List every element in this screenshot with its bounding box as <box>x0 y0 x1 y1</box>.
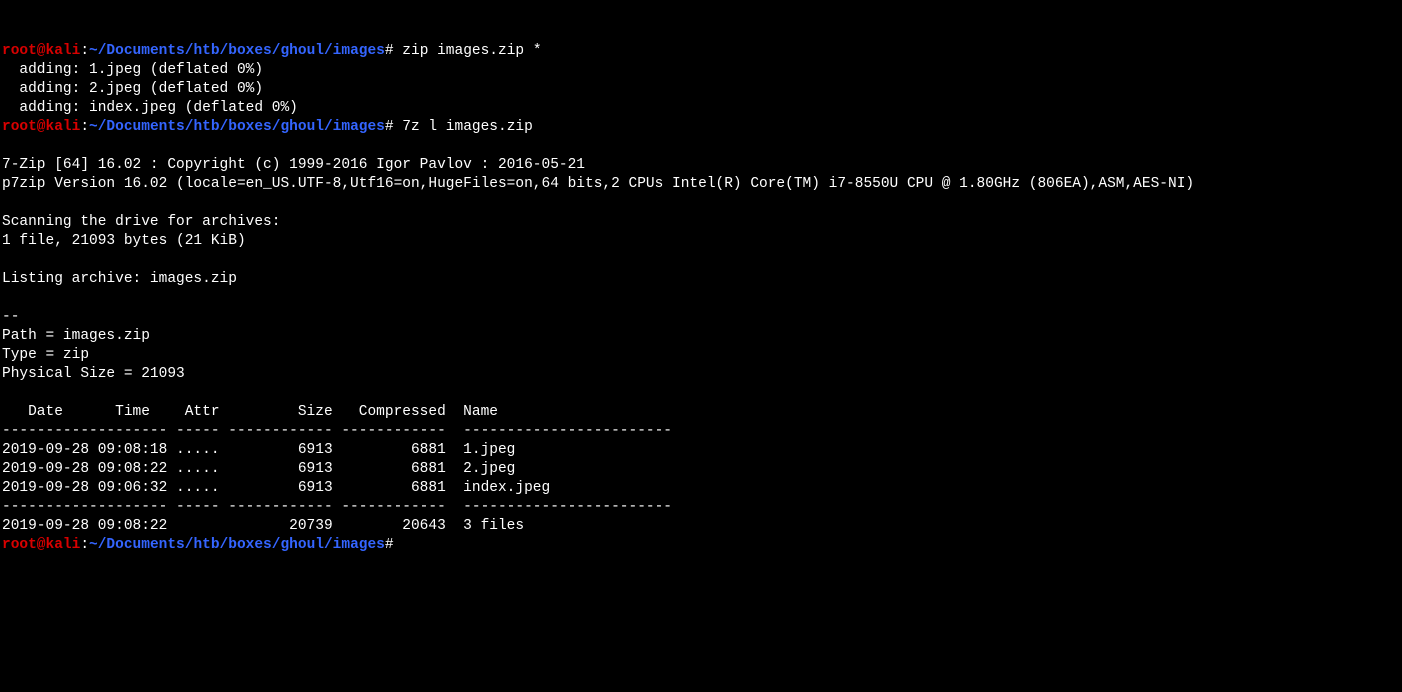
table-row: 2019-09-28 09:08:18 ..... 6913 6881 1.jp… <box>2 442 515 458</box>
prompt-user: root@kali <box>2 43 80 59</box>
output-line: -- <box>2 309 19 325</box>
prompt-path: ~/Documents/htb/boxes/ghoul/images <box>89 43 385 59</box>
table-divider: ------------------- ----- ------------ -… <box>2 499 672 515</box>
output-line: 7-Zip [64] 16.02 : Copyright (c) 1999-20… <box>2 157 585 173</box>
prompt-hash: # <box>385 119 402 135</box>
table-row: 2019-09-28 09:06:32 ..... 6913 6881 inde… <box>2 480 550 496</box>
table-divider: ------------------- ----- ------------ -… <box>2 423 672 439</box>
output-line: adding: 1.jpeg (deflated 0%) <box>2 62 263 78</box>
output-line: Physical Size = 21093 <box>2 366 185 382</box>
table-row: 2019-09-28 09:08:22 ..... 6913 6881 2.jp… <box>2 461 515 477</box>
prompt-colon: : <box>80 119 89 135</box>
output-line: Path = images.zip <box>2 328 150 344</box>
output-line: 1 file, 21093 bytes (21 KiB) <box>2 233 246 249</box>
output-line: Type = zip <box>2 347 89 363</box>
prompt-user: root@kali <box>2 537 80 553</box>
prompt-colon: : <box>80 43 89 59</box>
prompt-user: root@kali <box>2 119 80 135</box>
command-7z: 7z l images.zip <box>402 119 533 135</box>
prompt-hash: # <box>385 43 402 59</box>
output-line: Listing archive: images.zip <box>2 271 237 287</box>
prompt-path: ~/Documents/htb/boxes/ghoul/images <box>89 119 385 135</box>
prompt-hash: # <box>385 537 402 553</box>
command-zip: zip images.zip * <box>402 43 541 59</box>
output-line: adding: 2.jpeg (deflated 0%) <box>2 81 263 97</box>
output-line: adding: index.jpeg (deflated 0%) <box>2 100 298 116</box>
output-line: Scanning the drive for archives: <box>2 214 280 230</box>
output-line: p7zip Version 16.02 (locale=en_US.UTF-8,… <box>2 176 1194 192</box>
prompt-colon: : <box>80 537 89 553</box>
table-summary: 2019-09-28 09:08:22 20739 20643 3 files <box>2 518 524 534</box>
prompt-path: ~/Documents/htb/boxes/ghoul/images <box>89 537 385 553</box>
table-header: Date Time Attr Size Compressed Name <box>2 404 498 420</box>
terminal-output[interactable]: root@kali:~/Documents/htb/boxes/ghoul/im… <box>0 19 1402 559</box>
